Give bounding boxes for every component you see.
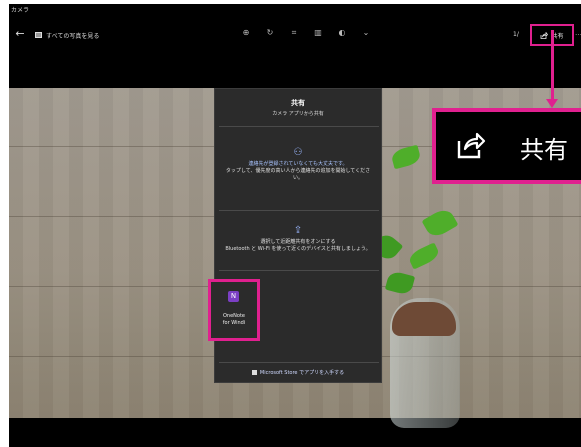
more-options-button[interactable]: … [575,29,581,37]
callout-arrowhead [546,99,558,108]
crop-icon[interactable]: ⌗ [289,28,299,38]
nearby-share-body: Bluetooth と Wi-Fi を使って近くのデバイスと共有しましょう。 [225,246,371,252]
plant-leaf [384,269,416,297]
contacts-headline: 連絡先が登録されていなくても大丈夫です。 [248,161,348,167]
contacts-body: タップして、優先度の高い人から連絡先の追加を開始してください。 [225,168,371,181]
app-title: カメラ [11,7,30,14]
photo-icon [35,32,42,38]
nearby-share-icon: ⇪ [293,225,303,236]
callout-share-label: 共有 [520,136,568,164]
plant-soil [392,302,456,336]
store-link[interactable]: Microsoft Store でアプリを入手する [215,369,381,376]
divider [219,126,379,127]
toolbar-tools: ⊕ ↻ ⌗ ▥ ◐ ⌄ [241,28,371,38]
divider [219,270,379,271]
divider [219,210,379,211]
plant-leaf [421,205,459,241]
photo-counter: 1/ [513,31,519,38]
contacts-section[interactable]: ⚇ 連絡先が登録されていなくても大丈夫です。 タップして、優先度の高い人から連絡… [215,147,381,182]
toolbar: ← すべての写真を見る ⊕ ↻ ⌗ ▥ ◐ ⌄ 1/ 共有 … [9,22,581,48]
all-photos-label: すべての写真を見る [46,32,100,40]
share-icon [541,31,549,39]
delete-icon[interactable]: ▥ [313,28,323,38]
all-photos-link[interactable]: すべての写真を見る [35,28,99,42]
camera-app-window: カメラ ← すべての写真を見る ⊕ ↻ ⌗ ▥ ◐ ⌄ 1/ 共有 … [9,4,581,447]
callout-connector [551,30,554,101]
contacts-icon: ⚇ [293,147,303,158]
nearby-share-headline: 選択して近距離共有をオンにする [260,239,336,245]
app-name-line1: OneNote [222,313,246,319]
app-tile-onenote[interactable]: N OneNote for Windi [208,279,260,341]
app-tile-label: OneNote for Windi [211,313,257,327]
back-button[interactable]: ← [13,27,27,41]
share-panel-subtitle: カメラ アプリから共有 [272,111,324,117]
share-button-zoom-callout: 共有 [432,108,581,184]
plant-leaf [407,242,441,270]
chevron-down-icon[interactable]: ⌄ [361,28,371,38]
divider [219,362,379,363]
store-bag-icon [251,370,257,375]
edit-icon[interactable]: ◐ [337,28,347,38]
rotate-icon[interactable]: ↻ [265,28,275,38]
onenote-icon: N [228,291,239,302]
zoom-in-icon[interactable]: ⊕ [241,28,251,38]
app-name-line2: for Windi [222,320,246,326]
plant-leaf [390,144,422,170]
share-panel-title: 共有 [291,99,305,107]
share-panel: 共有 カメラ アプリから共有 ⚇ 連絡先が登録されていなくても大丈夫です。 タッ… [208,88,382,383]
share-icon [457,132,486,159]
store-link-label: Microsoft Store でアプリを入手する [259,370,345,376]
nearby-share-section[interactable]: ⇪ 選択して近距離共有をオンにする Bluetooth と Wi-Fi を使って… [215,225,381,253]
